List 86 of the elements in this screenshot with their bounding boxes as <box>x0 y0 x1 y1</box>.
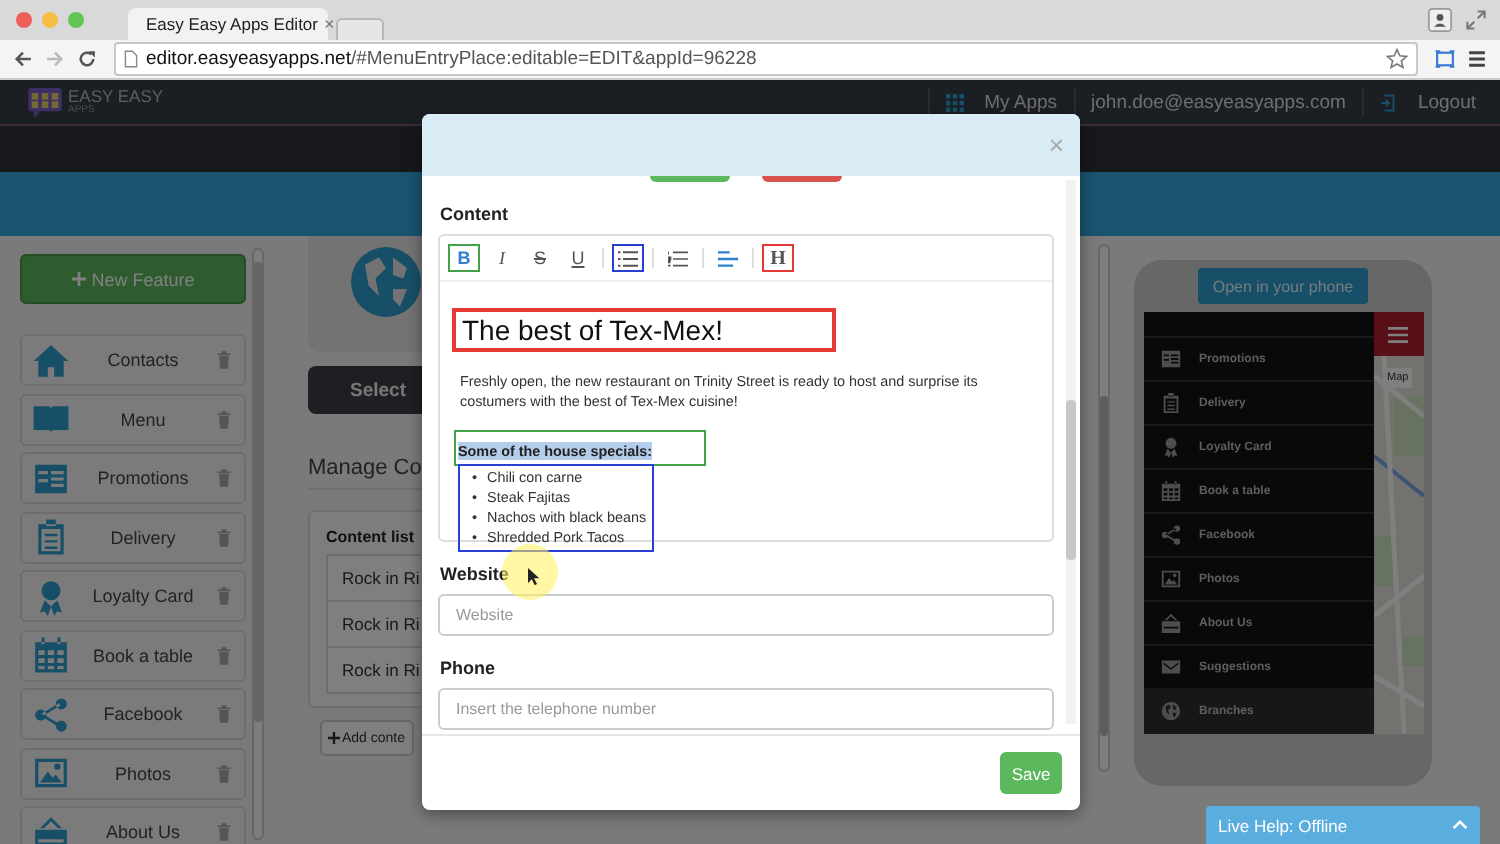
award-icon <box>1159 436 1181 458</box>
trash-icon[interactable] <box>216 409 232 429</box>
clipboard-icon <box>1159 392 1181 414</box>
new-feature-button[interactable]: New Feature <box>20 254 246 304</box>
globe-icon <box>1159 700 1181 722</box>
feature-item[interactable]: Book a table <box>20 629 246 681</box>
plus-icon <box>328 732 340 744</box>
feature-item[interactable]: Delivery <box>20 511 246 563</box>
field-label: Phone <box>440 658 496 678</box>
trash-icon[interactable] <box>216 763 232 783</box>
feature-item[interactable]: About Us <box>20 806 246 844</box>
menu-icon[interactable] <box>1466 48 1488 70</box>
profile-icon[interactable] <box>1428 8 1452 32</box>
fullscreen-icon[interactable] <box>1464 8 1488 32</box>
reload-icon[interactable] <box>76 48 98 70</box>
home-icon <box>32 341 70 379</box>
save-button[interactable]: Save <box>1000 752 1062 794</box>
plus-icon <box>71 272 86 286</box>
input-field[interactable]: Insert the telephone number <box>438 688 1054 730</box>
close-tab-button[interactable]: × <box>324 14 335 34</box>
logout-link[interactable]: Logout <box>1379 91 1476 113</box>
strike-tool[interactable]: S <box>526 246 554 270</box>
forward-icon[interactable] <box>44 48 66 70</box>
editor-heading: The best of Tex-Mex! <box>456 312 832 348</box>
my-apps-link[interactable]: My Apps <box>946 91 1058 113</box>
clipboard-icon <box>32 518 70 556</box>
live-help-bar[interactable]: Live Help: Offline <box>1206 806 1480 844</box>
underline-tool[interactable]: U <box>564 246 592 270</box>
field-label: Content <box>440 204 508 224</box>
logo-title: EASY EASY <box>68 88 164 106</box>
photo-icon <box>32 754 70 792</box>
heading-tool[interactable]: H <box>764 246 792 270</box>
feature-item[interactable]: Promotions <box>20 452 246 504</box>
bookmark-star-icon[interactable] <box>1386 48 1408 70</box>
cut-off-button[interactable] <box>650 176 730 182</box>
trash-icon[interactable] <box>216 350 232 370</box>
user-email-link[interactable]: john.doe@easyeasyapps.com <box>1091 91 1346 113</box>
cast-icon[interactable] <box>1434 48 1456 70</box>
scrollbar[interactable] <box>1098 244 1110 772</box>
minimize-window-button[interactable] <box>42 12 58 28</box>
close-button[interactable]: × <box>1048 130 1064 160</box>
field-label: Website <box>440 564 509 584</box>
scrollbar[interactable] <box>252 248 264 840</box>
address-field[interactable]: editor.easyeasyapps.net/#MenuEntryPlace:editable=EDIT&appId=96228 <box>114 42 1418 76</box>
trash-icon[interactable] <box>216 704 232 724</box>
promo-icon <box>32 459 70 497</box>
sign-icon <box>1159 612 1181 634</box>
promo-icon <box>1159 348 1181 370</box>
chevron-up-icon <box>1452 820 1468 830</box>
numbers-tool[interactable] <box>664 246 692 270</box>
share-icon <box>1159 524 1181 546</box>
feature-item[interactable]: Loyalty Card <box>20 570 246 622</box>
cut-off-button[interactable] <box>762 176 842 182</box>
scrollbar[interactable] <box>1066 180 1076 724</box>
sign-icon <box>32 813 70 844</box>
bold-tool[interactable]: B <box>450 246 478 270</box>
feature-item[interactable]: Menu <box>20 393 246 445</box>
italic-tool[interactable]: I <box>488 246 516 270</box>
feature-item[interactable]: Photos <box>20 747 246 799</box>
mail-icon <box>1159 656 1181 678</box>
photo-icon <box>1159 568 1181 590</box>
browser-tab[interactable]: Easy Easy Apps Editor × <box>128 8 328 40</box>
back-icon[interactable] <box>12 48 34 70</box>
align-tool[interactable] <box>714 246 742 270</box>
new-tab-button[interactable] <box>336 18 384 40</box>
calendar-icon <box>1159 480 1181 502</box>
logout-icon <box>1379 93 1398 111</box>
page-icon <box>124 50 138 68</box>
input-field[interactable]: Website <box>438 594 1054 636</box>
logo-icon <box>28 87 62 117</box>
trash-icon[interactable] <box>216 645 232 665</box>
trash-icon[interactable] <box>216 586 232 606</box>
open-in-phone-button[interactable]: Open in your phone <box>1198 268 1368 304</box>
trash-icon[interactable] <box>216 468 232 488</box>
pointer-icon <box>528 568 540 586</box>
close-window-button[interactable] <box>16 12 32 28</box>
trash-icon[interactable] <box>216 527 232 547</box>
share-icon <box>32 695 70 733</box>
calendar-icon <box>32 636 70 674</box>
trash-icon[interactable] <box>216 822 232 842</box>
maximize-window-button[interactable] <box>68 12 84 28</box>
bullets-tool[interactable] <box>614 246 642 270</box>
content-list-title: Content list <box>326 528 414 546</box>
feature-item[interactable]: Facebook <box>20 688 246 740</box>
grid-icon <box>946 93 965 111</box>
feature-item[interactable]: Contacts <box>20 334 246 386</box>
